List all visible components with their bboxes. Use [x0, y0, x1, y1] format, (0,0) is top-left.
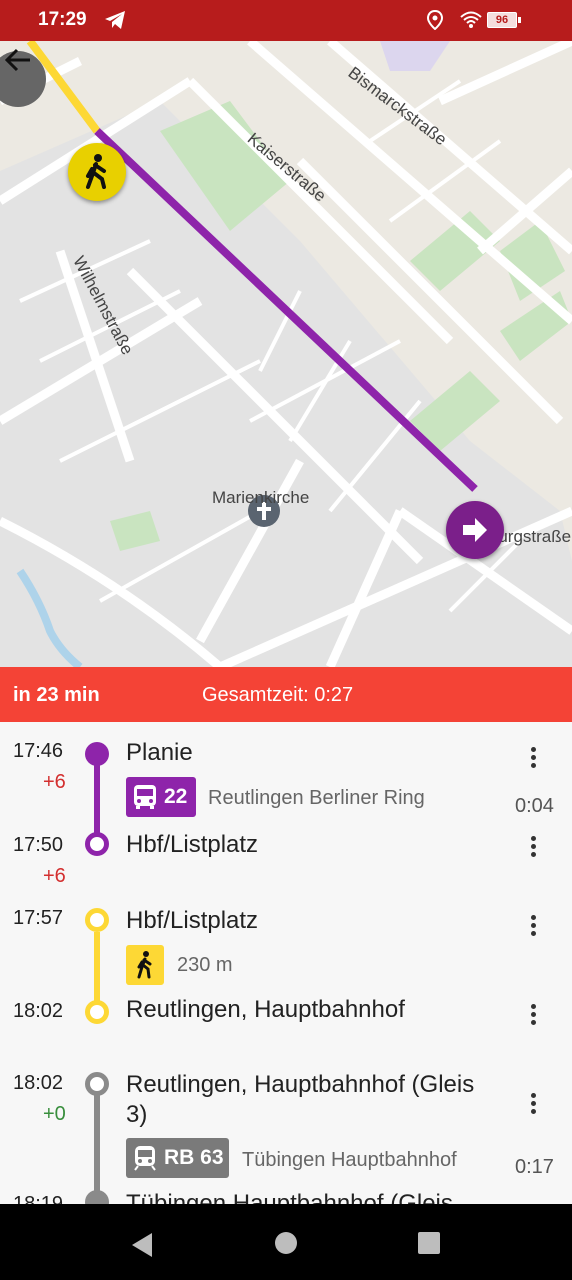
stop-dot: [85, 1000, 109, 1024]
walk-badge[interactable]: [126, 945, 164, 985]
train-route-line: [94, 1094, 100, 1204]
departure-time: 17:57: [13, 907, 64, 929]
arrival-time: 17:50: [13, 834, 64, 856]
system-navigation-bar: [0, 1204, 572, 1280]
stop-dot: [85, 1190, 109, 1204]
departure-time: 17:46: [13, 740, 64, 762]
destination-marker[interactable]: [446, 501, 504, 559]
nav-recents-icon[interactable]: [417, 1231, 441, 1255]
trip-summary-bar: in 23 min Gesamtzeit: 0:27: [0, 667, 572, 722]
location-icon: [426, 10, 444, 30]
map-canvas: [0, 41, 572, 667]
nav-back-icon[interactable]: [130, 1232, 154, 1258]
departure-countdown: in 23 min: [13, 684, 100, 706]
bus-icon: [134, 785, 156, 809]
stop-name[interactable]: Reutlingen, Hauptbahnhof: [126, 996, 405, 1024]
total-duration: Gesamtzeit: 0:27: [202, 684, 354, 706]
arrival-time: 18:02: [13, 1000, 64, 1022]
itinerary-list[interactable]: 17:46 +6 Planie 22 Reutlingen Berliner R…: [0, 722, 572, 1204]
nav-home-icon[interactable]: [274, 1231, 298, 1255]
line-badge[interactable]: RB 63: [126, 1138, 229, 1178]
train-icon: [134, 1146, 156, 1171]
stop-name[interactable]: Tübingen Hauptbahnhof (Gleis: [126, 1190, 453, 1204]
route-map[interactable]: Bismarckstraße Kaiserstraße Wilhelmstraß…: [0, 41, 572, 667]
departure-time: 18:02: [13, 1072, 64, 1094]
walk-icon: [86, 154, 106, 189]
stop-name-continued[interactable]: 3): [126, 1101, 147, 1129]
stop-name[interactable]: Hbf/Listplatz: [126, 907, 258, 935]
walk-distance: 230 m: [177, 954, 233, 976]
walk-icon: [137, 951, 152, 979]
line-number: RB 63: [164, 1146, 224, 1169]
back-arrow-icon[interactable]: [0, 41, 38, 79]
arrow-right-icon: [463, 518, 487, 542]
direction: Reutlingen Berliner Ring: [208, 787, 425, 809]
stop-dot: [85, 832, 109, 856]
stop-name[interactable]: Reutlingen, Hauptbahnhof (Gleis: [126, 1071, 474, 1099]
status-time: 17:29: [38, 9, 87, 30]
status-bar: 17:29 96: [0, 0, 572, 41]
more-options-button[interactable]: [524, 912, 542, 940]
more-options-button[interactable]: [524, 1001, 542, 1029]
leg-duration: 0:04: [515, 795, 554, 817]
leg-duration: 0:17: [515, 1156, 554, 1178]
delay: +6: [43, 771, 66, 793]
stop-name[interactable]: Hbf/Listplatz: [126, 831, 258, 859]
stop-dot: [85, 1072, 109, 1096]
delay: +0: [43, 1103, 66, 1125]
more-options-button[interactable]: [524, 1090, 542, 1118]
more-options-button[interactable]: [524, 833, 542, 861]
stop-dot: [85, 908, 109, 932]
poi-label-marienkirche: Marienkirche: [212, 488, 310, 507]
stop-dot: [85, 742, 109, 766]
telegram-icon: [105, 11, 125, 29]
more-options-button[interactable]: [524, 744, 542, 772]
walk-marker[interactable]: [68, 143, 126, 201]
delay: +6: [43, 865, 66, 887]
wifi-icon: [460, 11, 482, 28]
battery-level: 96: [495, 14, 509, 26]
line-badge[interactable]: 22: [126, 777, 196, 817]
stop-name[interactable]: Planie: [126, 739, 193, 767]
arrival-time: 18:19: [13, 1193, 64, 1204]
direction: Tübingen Hauptbahnhof: [242, 1149, 457, 1171]
line-number: 22: [164, 785, 188, 808]
battery-icon: 96: [487, 12, 521, 28]
